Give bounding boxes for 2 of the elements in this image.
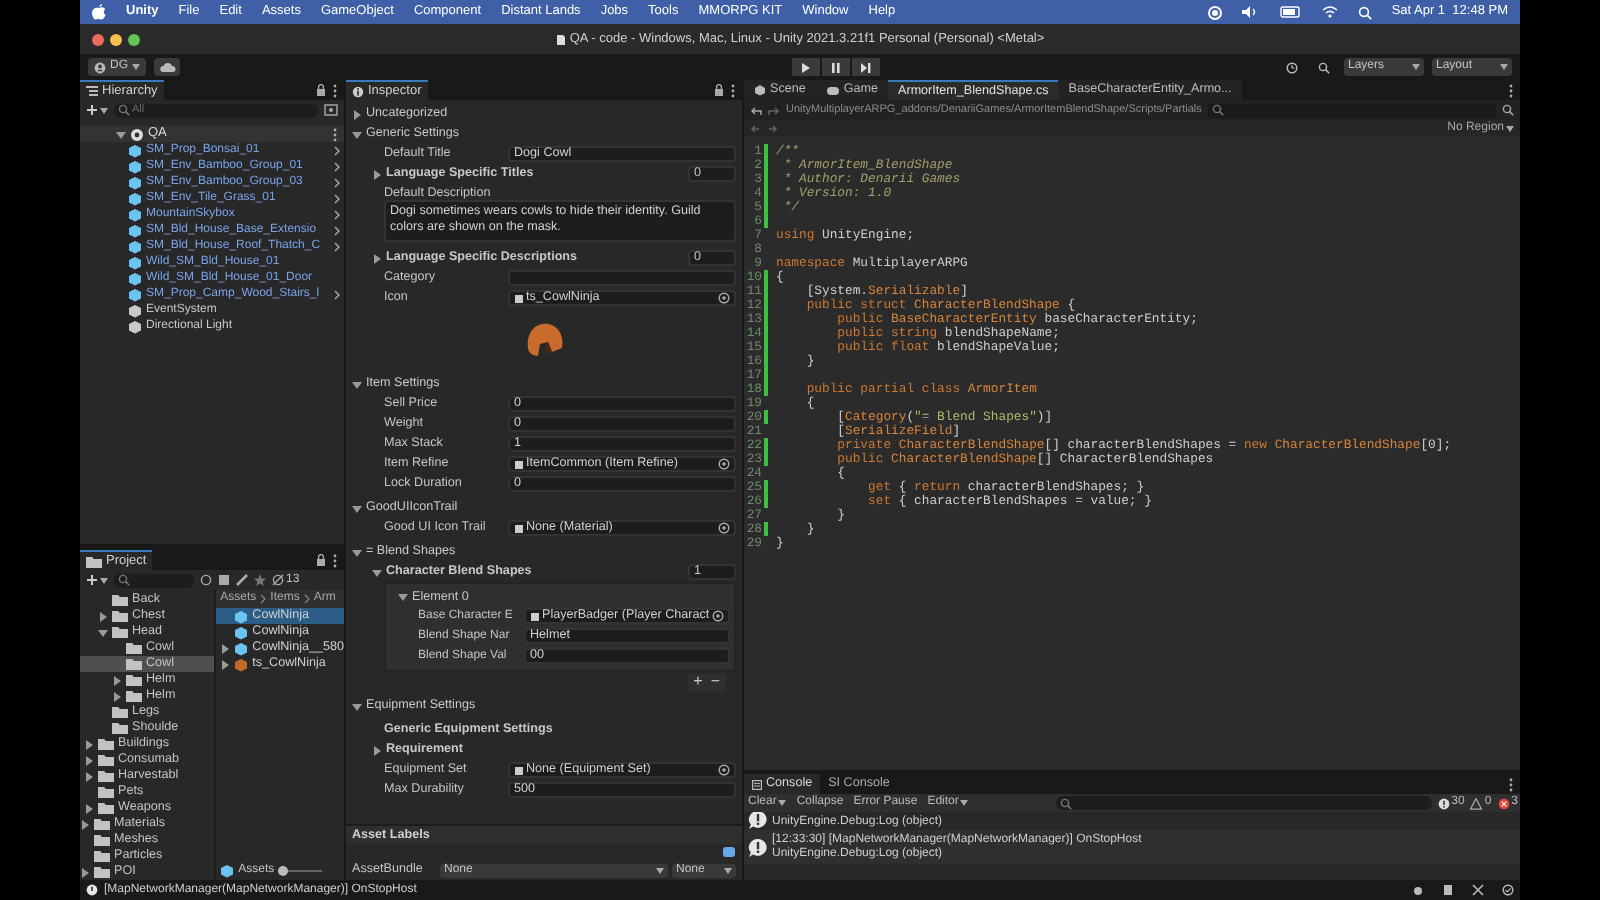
remove-element-button[interactable]: − (710, 674, 720, 690)
add-element-button[interactable]: + (693, 674, 703, 690)
